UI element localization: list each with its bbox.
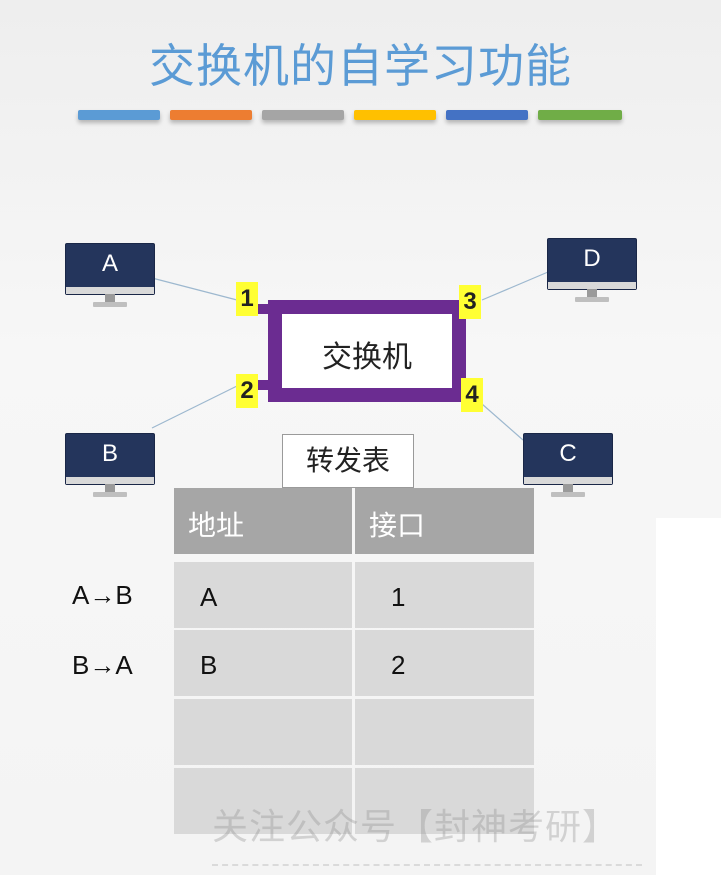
slide: 交换机的自学习功能 A B D C 交换机 1 2 3 4 转发表 地址 接口 … bbox=[0, 0, 721, 875]
cell-address: A bbox=[174, 562, 352, 628]
host-d: D bbox=[547, 238, 637, 304]
header-interface: 接口 bbox=[355, 488, 534, 554]
host-label: C bbox=[559, 440, 577, 467]
switch-label: 交换机 bbox=[322, 340, 412, 375]
host-b: B bbox=[65, 433, 155, 499]
event-label: A→B bbox=[72, 580, 133, 610]
port-1: 1 bbox=[236, 282, 258, 316]
watermark-underline bbox=[212, 864, 642, 866]
monitor-icon: B bbox=[65, 433, 155, 485]
table-row: B 2 bbox=[174, 630, 534, 696]
link-b-port2 bbox=[151, 385, 238, 429]
monitor-icon: D bbox=[547, 238, 637, 290]
event-label: B→A bbox=[72, 650, 133, 680]
host-label: D bbox=[583, 245, 601, 272]
host-label: B bbox=[101, 440, 118, 467]
forwarding-table-title: 转发表 bbox=[282, 434, 414, 488]
cell-address bbox=[174, 699, 352, 765]
port-3: 3 bbox=[459, 285, 481, 319]
table-header-row: 地址 接口 bbox=[174, 488, 534, 554]
background-patch bbox=[656, 518, 721, 875]
host-label: A bbox=[101, 250, 118, 277]
cell-interface: 2 bbox=[355, 630, 534, 696]
link-d-port3 bbox=[481, 271, 549, 301]
watermark: 关注公众号【封神考研】 bbox=[212, 807, 620, 848]
table-row bbox=[174, 699, 534, 765]
link-a-port1 bbox=[151, 277, 238, 301]
table-row: A 1 bbox=[174, 562, 534, 628]
host-a: A bbox=[65, 243, 155, 309]
port-4: 4 bbox=[461, 378, 483, 412]
switch-box: 交换机 bbox=[268, 300, 466, 402]
link-c-port4 bbox=[481, 403, 524, 441]
cell-interface bbox=[355, 699, 534, 765]
cell-address: B bbox=[174, 630, 352, 696]
host-c: C bbox=[523, 433, 613, 499]
port-2: 2 bbox=[236, 374, 258, 408]
monitor-icon: C bbox=[523, 433, 613, 485]
cell-interface: 1 bbox=[355, 562, 534, 628]
monitor-icon: A bbox=[65, 243, 155, 295]
header-address: 地址 bbox=[174, 488, 352, 554]
